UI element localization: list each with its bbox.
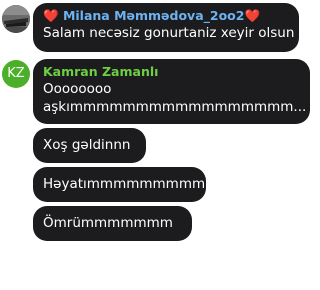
message-bubble[interactable]: ❤️ Milana Məmmədova_2oo2❤️ Salam necəsiz… — [33, 3, 299, 52]
avatar-kamran[interactable]: KZ — [2, 60, 30, 88]
message-bubble[interactable]: Xoş gəldinnn — [33, 128, 146, 163]
message-text-line-1: Oooooooo — [43, 81, 112, 97]
sender-name[interactable]: Kamran Zamanlı — [43, 64, 300, 80]
sender-name-label: Milana Məmmədova_2oo2 — [62, 8, 245, 23]
message-bubble[interactable]: Həyatımmmmmmmmm — [33, 167, 206, 202]
chat-message-list: ❤️ Milana Məmmədova_2oo2❤️ Salam necəsiz… — [0, 0, 320, 290]
message-bubble[interactable]: Kamran Zamanlı Oooooooo aşkımmmmmmmmmmmm… — [33, 59, 310, 124]
message-text: Ömrümmmmmmm — [43, 215, 173, 231]
heart-icon: ❤️ — [244, 8, 261, 23]
heart-icon: ❤️ — [43, 8, 59, 23]
message-text: Həyatımmmmmmmmm — [43, 176, 206, 192]
message-text: Xoş gəldinnn — [43, 137, 131, 153]
profile-photo-icon — [2, 5, 30, 33]
sender-name[interactable]: ❤️ Milana Məmmədova_2oo2❤️ — [43, 8, 289, 24]
message-text-line-2: aşkımmmmmmmmmmmmmmmmm... — [43, 99, 307, 115]
message-bubble[interactable]: Ömrümmmmmmm — [33, 206, 192, 241]
avatar-milana[interactable] — [2, 5, 30, 33]
message-text: Salam necəsiz gonurtaniz xeyir olsun — [43, 25, 295, 41]
